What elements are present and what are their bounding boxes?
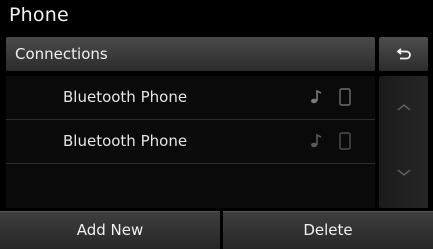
device-icons <box>309 132 352 151</box>
empty-row <box>6 164 375 207</box>
device-row[interactable]: Bluetooth Phone <box>6 76 375 120</box>
connections-header-label: Connections <box>15 45 108 63</box>
chevron-down-icon[interactable] <box>396 168 412 178</box>
device-name: Bluetooth Phone <box>63 132 188 150</box>
back-button[interactable] <box>379 37 428 71</box>
page-title: Phone <box>9 4 69 26</box>
connections-header: Connections <box>6 37 375 71</box>
device-list: Bluetooth Phone Bluetooth Phone <box>6 76 375 208</box>
return-arrow-icon <box>396 48 411 60</box>
device-name: Bluetooth Phone <box>63 88 188 106</box>
delete-button[interactable]: Delete <box>223 211 433 249</box>
chevron-up-icon[interactable] <box>396 102 412 112</box>
add-new-label: Add New <box>76 221 144 239</box>
delete-label: Delete <box>303 221 353 239</box>
phone-handset-icon <box>339 88 351 106</box>
phone-handset-icon <box>339 132 351 150</box>
device-icons <box>309 88 352 107</box>
title-bar: Phone <box>0 0 433 33</box>
list-scrollbar[interactable] <box>379 76 428 208</box>
add-new-button[interactable]: Add New <box>0 211 220 249</box>
device-row[interactable]: Bluetooth Phone <box>6 120 375 164</box>
audio-note-icon <box>311 89 322 104</box>
audio-note-icon <box>311 133 322 148</box>
